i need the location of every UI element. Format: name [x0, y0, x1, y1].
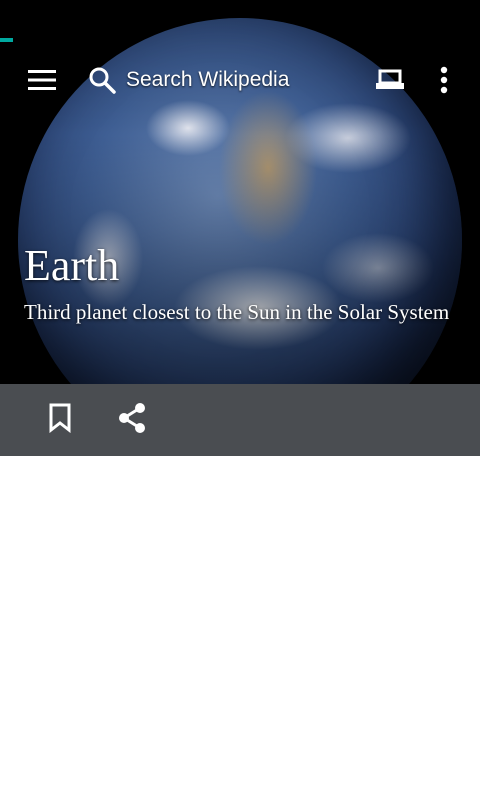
- loading-progress-indicator: [0, 38, 13, 42]
- share-button[interactable]: [112, 400, 152, 440]
- reading-mode-button[interactable]: [370, 60, 410, 100]
- search-bar[interactable]: Search Wikipedia: [82, 60, 344, 100]
- page-description: Third planet closest to the Sun in the S…: [24, 300, 450, 324]
- app-screen: Search Wikipedia Earth Third planet clos…: [0, 0, 480, 800]
- more-vert-icon: [440, 66, 448, 94]
- reading-mode-icon: [375, 69, 405, 91]
- menu-icon: [28, 70, 56, 90]
- article-action-bar: [0, 384, 480, 456]
- article-content-area: [0, 456, 480, 800]
- toolbar: Search Wikipedia: [0, 52, 480, 108]
- search-icon: [82, 60, 122, 100]
- bookmark-button[interactable]: [40, 400, 80, 440]
- article-header: Earth Third planet closest to the Sun in…: [24, 240, 464, 329]
- lead-image[interactable]: Search Wikipedia Earth Third planet clos…: [0, 0, 480, 384]
- more-options-button[interactable]: [424, 60, 464, 100]
- bookmark-icon: [48, 403, 72, 438]
- search-placeholder: Search Wikipedia: [126, 68, 290, 91]
- page-title: Earth: [24, 241, 120, 290]
- menu-button[interactable]: [22, 60, 62, 100]
- share-icon: [117, 402, 147, 439]
